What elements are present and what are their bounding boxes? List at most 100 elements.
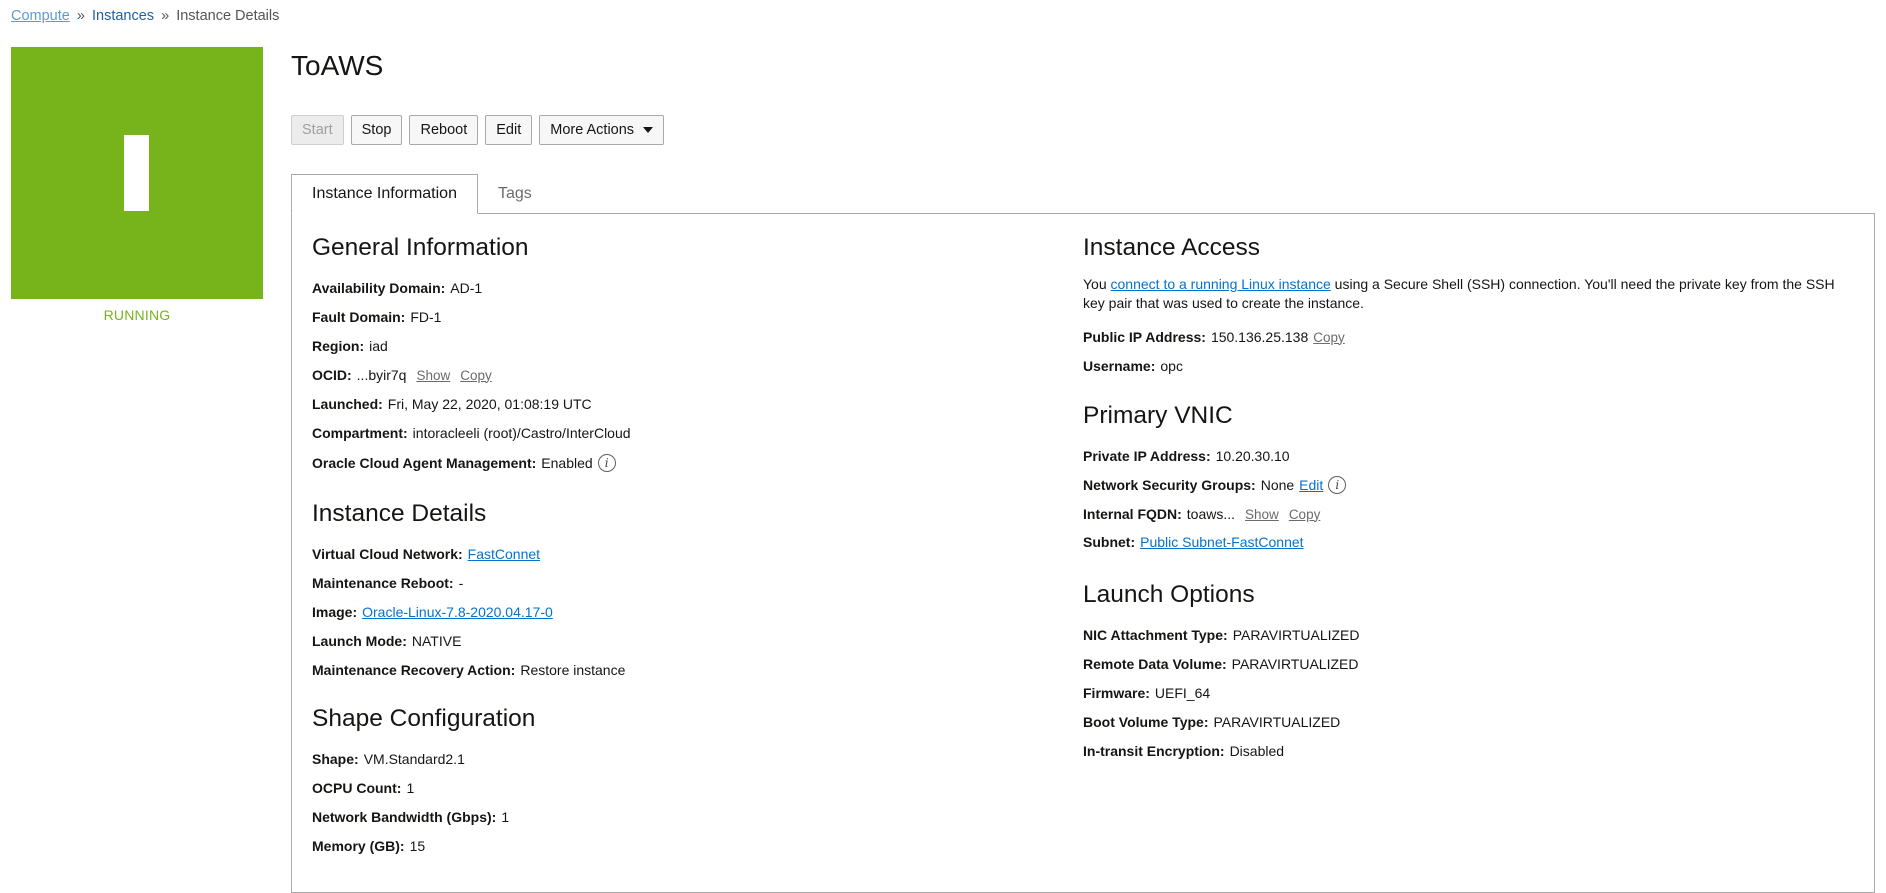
field-internal-fqdn: Internal FQDN: toaws... Show Copy <box>1083 506 1320 522</box>
fqdn-copy-link[interactable]: Copy <box>1289 507 1321 522</box>
description-text: You <box>1083 276 1111 292</box>
field-in-transit-encryption: In-transit Encryption: Disabled <box>1083 743 1284 759</box>
field-private-ip: Private IP Address: 10.20.30.10 <box>1083 448 1290 464</box>
field-value: 15 <box>409 838 426 854</box>
field-fault-domain: Fault Domain: FD-1 <box>312 309 441 325</box>
field-value: toaws... <box>1186 506 1236 522</box>
field-label: Subnet: <box>1083 534 1136 550</box>
action-toolbar: Start Stop Reboot Edit More Actions <box>291 115 665 145</box>
field-availability-domain: Availability Domain: AD-1 <box>312 280 482 296</box>
field-label: Internal FQDN: <box>1083 506 1182 522</box>
field-label: Oracle Cloud Agent Management: <box>312 455 537 471</box>
image-link[interactable]: Oracle-Linux-7.8-2020.04.17-0 <box>362 604 553 620</box>
ocid-copy-link[interactable]: Copy <box>460 368 492 383</box>
field-label: Maintenance Recovery Action: <box>312 662 516 678</box>
field-value: 10.20.30.10 <box>1215 448 1290 464</box>
nsg-edit-link[interactable]: Edit <box>1299 477 1323 493</box>
field-value: NATIVE <box>411 633 462 649</box>
field-public-ip: Public IP Address: 150.136.25.138 Copy <box>1083 329 1345 345</box>
field-label: Launch Mode: <box>312 633 407 649</box>
field-network-bandwidth: Network Bandwidth (Gbps): 1 <box>312 809 509 825</box>
section-title-shape: Shape Configuration <box>312 705 536 732</box>
breadcrumb-current: Instance Details <box>176 8 280 24</box>
field-value: Restore instance <box>520 662 626 678</box>
field-value: 1 <box>501 809 510 825</box>
section-title-general: General Information <box>312 234 529 261</box>
field-label: Virtual Cloud Network: <box>312 546 463 562</box>
instance-glyph <box>124 135 149 211</box>
field-value: PARAVIRTUALIZED <box>1231 656 1359 672</box>
breadcrumb-instances-link[interactable]: Instances <box>92 8 154 24</box>
caret-down-icon <box>643 127 654 133</box>
field-value: 150.136.25.138 <box>1210 329 1309 345</box>
field-label: Memory (GB): <box>312 838 405 854</box>
field-value: Fri, May 22, 2020, 01:08:19 UTC <box>387 396 592 412</box>
field-launch-mode: Launch Mode: NATIVE <box>312 633 461 649</box>
field-value: None <box>1260 477 1295 493</box>
field-value: opc <box>1160 358 1183 374</box>
field-launched: Launched: Fri, May 22, 2020, 01:08:19 UT… <box>312 396 592 412</box>
field-label: OCPU Count: <box>312 780 402 796</box>
field-value: PARAVIRTUALIZED <box>1213 714 1341 730</box>
start-button[interactable]: Start <box>291 115 344 145</box>
field-label: Public IP Address: <box>1083 329 1206 345</box>
field-ocpu-count: OCPU Count: 1 <box>312 780 414 796</box>
instance-information-panel: General Information Availability Domain:… <box>291 213 1875 893</box>
field-value: UEFI_64 <box>1154 685 1211 701</box>
fqdn-show-link[interactable]: Show <box>1245 507 1279 522</box>
subnet-link[interactable]: Public Subnet-FastConnet <box>1140 534 1303 550</box>
field-value: PARAVIRTUALIZED <box>1232 627 1360 643</box>
breadcrumb-separator: » <box>76 8 85 24</box>
field-firmware: Firmware: UEFI_64 <box>1083 685 1210 701</box>
field-agent-management: Oracle Cloud Agent Management: Enabled i <box>312 454 616 472</box>
field-value: Enabled <box>541 455 593 471</box>
field-subnet: Subnet: Public Subnet-FastConnet <box>1083 534 1304 550</box>
field-value: intoracleeli (root)/Castro/InterCloud <box>412 425 631 441</box>
breadcrumb-compute-link[interactable]: Compute <box>11 8 70 24</box>
tab-bar: Instance Information Tags <box>291 174 552 214</box>
section-title-primary-vnic: Primary VNIC <box>1083 402 1233 429</box>
page-title: ToAWS <box>291 50 384 81</box>
field-value: iad <box>369 338 388 354</box>
vcn-link[interactable]: FastConnet <box>468 546 540 562</box>
field-maintenance-reboot: Maintenance Reboot: - <box>312 575 463 591</box>
field-value: ...byir7q <box>356 367 407 383</box>
field-vcn: Virtual Cloud Network: FastConnet <box>312 546 540 562</box>
section-title-instance-details: Instance Details <box>312 500 487 527</box>
field-label: Maintenance Reboot: <box>312 575 454 591</box>
status-label: RUNNING <box>103 307 171 323</box>
more-actions-button[interactable]: More Actions <box>539 115 665 145</box>
field-memory: Memory (GB): 15 <box>312 838 425 854</box>
section-title-instance-access: Instance Access <box>1083 234 1261 261</box>
tab-tags[interactable]: Tags <box>478 174 552 214</box>
field-value: - <box>458 575 464 591</box>
field-label: Username: <box>1083 358 1156 374</box>
field-label: Remote Data Volume: <box>1083 656 1227 672</box>
field-label: Private IP Address: <box>1083 448 1211 464</box>
more-actions-label: More Actions <box>550 122 635 138</box>
field-region: Region: iad <box>312 338 388 354</box>
edit-button[interactable]: Edit <box>485 115 533 145</box>
stop-button[interactable]: Stop <box>350 115 403 145</box>
connect-linux-instance-link[interactable]: connect to a running Linux instance <box>1111 276 1331 292</box>
field-label: Shape: <box>312 751 359 767</box>
field-boot-volume-type: Boot Volume Type: PARAVIRTUALIZED <box>1083 714 1340 730</box>
field-label: NIC Attachment Type: <box>1083 627 1228 643</box>
field-value: FD-1 <box>410 309 442 325</box>
field-remote-data-volume: Remote Data Volume: PARAVIRTUALIZED <box>1083 656 1358 672</box>
field-network-security-groups: Network Security Groups: None Edit i <box>1083 476 1347 494</box>
field-image: Image: Oracle-Linux-7.8-2020.04.17-0 <box>312 604 553 620</box>
public-ip-copy-link[interactable]: Copy <box>1313 330 1345 345</box>
info-icon[interactable]: i <box>597 454 616 472</box>
instance-access-description: You connect to a running Linux instance … <box>1083 275 1843 313</box>
ocid-show-link[interactable]: Show <box>416 368 450 383</box>
field-label: Region: <box>312 338 365 354</box>
info-icon[interactable]: i <box>1328 476 1347 494</box>
field-label: Network Bandwidth (Gbps): <box>312 809 497 825</box>
field-label: Launched: <box>312 396 383 412</box>
tab-instance-information[interactable]: Instance Information <box>291 174 478 214</box>
field-ocid: OCID: ...byir7q Show Copy <box>312 367 492 383</box>
reboot-button[interactable]: Reboot <box>409 115 479 145</box>
field-compartment: Compartment: intoracleeli (root)/Castro/… <box>312 425 631 441</box>
breadcrumb: Compute » Instances » Instance Details <box>11 8 279 24</box>
